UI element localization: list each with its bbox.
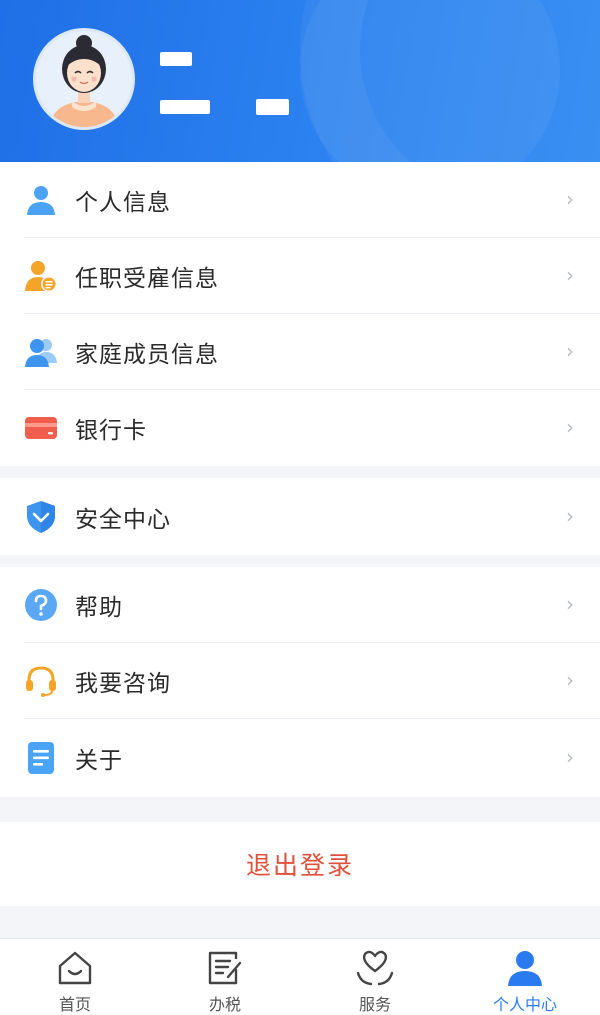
tab-label: 首页: [58, 995, 91, 1014]
menu-item-help[interactable]: 帮助 ›: [0, 567, 600, 643]
tab-label: 服务: [358, 995, 391, 1014]
menu-item-personal-info[interactable]: 个人信息 ›: [0, 162, 600, 238]
tab-home[interactable]: 首页: [0, 939, 150, 1015]
headset-icon: [26, 666, 56, 697]
tab-label: 个人中心: [492, 995, 557, 1014]
menu-item-label: 银行卡: [75, 418, 147, 444]
menu-item-employment-info[interactable]: 任职受雇信息 ›: [0, 238, 600, 314]
service-heart-icon: [356, 950, 394, 986]
menu-item-bank-card[interactable]: 银行卡 ›: [0, 390, 600, 466]
person-icon: [27, 186, 55, 215]
tab-label: 办税: [208, 995, 241, 1014]
logout-button[interactable]: 退出登录: [0, 822, 600, 906]
chevron-right-icon: ›: [566, 262, 574, 287]
menu-item-family-info[interactable]: 家庭成员信息 ›: [0, 314, 600, 390]
bottom-tab-bar: 首页 办税 服务 个人中心: [0, 938, 600, 1015]
tax-form-icon: [208, 951, 242, 985]
document-icon: [28, 742, 54, 774]
chevron-right-icon: ›: [566, 503, 574, 528]
avatar[interactable]: [33, 28, 135, 130]
tab-service[interactable]: 服务: [300, 939, 450, 1015]
family-icon: [25, 339, 57, 367]
home-icon: [58, 951, 92, 985]
profile-header: [0, 0, 600, 162]
user-name-redacted: [160, 52, 192, 66]
bank-card-icon: [25, 417, 57, 439]
menu-group-support: 帮助 › 我要咨询 › 关于 ›: [0, 567, 600, 797]
menu-item-label: 帮助: [75, 595, 123, 621]
user-id-redacted: [160, 100, 210, 114]
menu-item-label: 关于: [75, 748, 123, 774]
menu-item-label: 个人信息: [75, 190, 171, 216]
menu-item-label: 我要咨询: [75, 671, 171, 697]
employment-icon: [25, 261, 57, 292]
menu-item-consult[interactable]: 我要咨询 ›: [0, 643, 600, 719]
shield-icon: [27, 500, 55, 533]
menu-item-label: 安全中心: [75, 506, 171, 533]
logout-label: 退出登录: [245, 851, 354, 880]
chevron-right-icon: ›: [566, 186, 574, 211]
person-icon: [508, 951, 542, 986]
tab-personal-center[interactable]: 个人中心: [450, 939, 600, 1015]
help-icon: [25, 589, 57, 621]
chevron-right-icon: ›: [566, 591, 574, 616]
chevron-right-icon: ›: [566, 338, 574, 363]
chevron-right-icon: ›: [566, 667, 574, 692]
menu-item-about[interactable]: 关于 ›: [0, 719, 600, 797]
chevron-right-icon: ›: [566, 744, 574, 769]
menu-item-label: 任职受雇信息: [75, 266, 219, 292]
user-id-redacted: [256, 99, 289, 115]
menu-group-security: 安全中心 ›: [0, 478, 600, 555]
header-decoration: [300, 0, 560, 162]
woman-avatar-icon: [50, 35, 118, 127]
tab-tax[interactable]: 办税: [150, 939, 300, 1015]
menu-item-label: 家庭成员信息: [75, 342, 219, 368]
menu-item-security-center[interactable]: 安全中心 ›: [0, 478, 600, 555]
chevron-right-icon: ›: [566, 414, 574, 439]
menu-group-personal: 个人信息 › 任职受雇信息 › 家庭成员信息 › 银行卡 ›: [0, 162, 600, 466]
